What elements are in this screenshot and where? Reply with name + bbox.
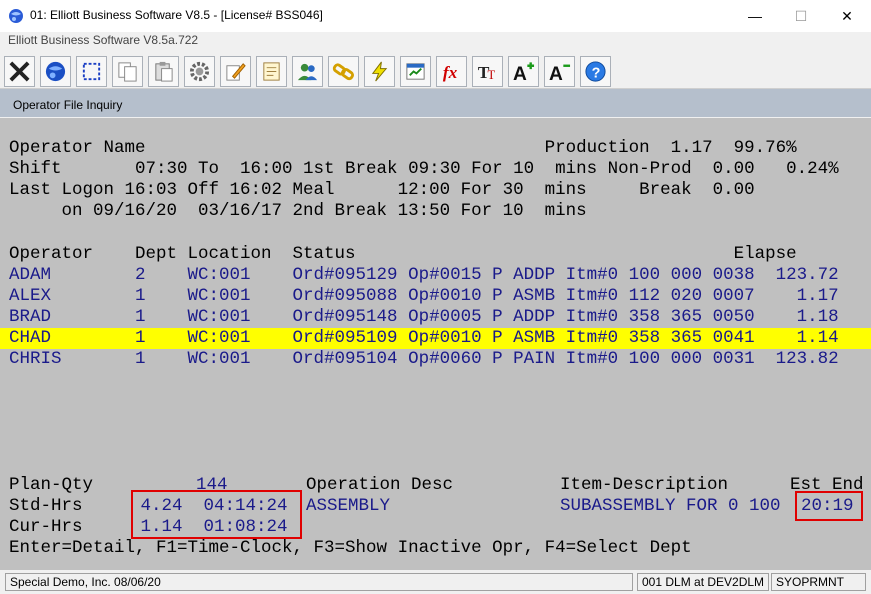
select-box-button[interactable] bbox=[76, 56, 107, 87]
users-button[interactable] bbox=[292, 56, 323, 87]
svg-text:A: A bbox=[549, 64, 563, 83]
close-x-icon bbox=[9, 61, 30, 82]
notepad-icon bbox=[263, 62, 280, 81]
est-end-annotation-box bbox=[795, 491, 863, 521]
font-increase-button[interactable]: A bbox=[508, 56, 539, 87]
notepad-button[interactable] bbox=[256, 56, 287, 87]
globe-button[interactable] bbox=[40, 56, 71, 87]
lightning-icon bbox=[371, 61, 388, 82]
operation-desc-value: ASSEMBLY bbox=[306, 496, 391, 516]
panel-header: Operator File Inquiry bbox=[0, 89, 871, 117]
table-row-adam[interactable]: ADAM 2 WC:001 Ord#095129 Op#0015 P ADDP … bbox=[9, 265, 839, 286]
help-button[interactable]: ? bbox=[580, 56, 611, 87]
hours-annotation-box bbox=[131, 490, 302, 539]
header-line-2: Shift 07:30 To 16:00 1st Break 09:30 For… bbox=[9, 159, 839, 179]
item-description-value: SUBASSEMBLY FOR 0 100 bbox=[560, 496, 781, 516]
function-fx-icon: fx bbox=[443, 63, 458, 82]
close-button[interactable]: ✕ bbox=[824, 0, 870, 32]
paste-icon bbox=[155, 61, 173, 82]
status-company: Special Demo, Inc. 08/06/20 bbox=[5, 573, 633, 591]
plan-qty-label: Plan-Qty bbox=[9, 475, 94, 495]
cur-hrs-label: Cur-Hrs bbox=[9, 517, 83, 537]
link-button[interactable] bbox=[328, 56, 359, 87]
font-increase-icon: A bbox=[513, 62, 535, 83]
status-program: SYOPRMNT bbox=[771, 573, 866, 591]
help-icon: ? bbox=[585, 61, 606, 82]
title-bar: 01: Elliott Business Software V8.5 - [Li… bbox=[0, 0, 871, 32]
font-button[interactable]: TT bbox=[472, 56, 503, 87]
font-decrease-icon: A bbox=[549, 64, 571, 83]
report-icon bbox=[406, 63, 425, 80]
maximize-button[interactable]: ☐ bbox=[778, 0, 824, 32]
edit-button[interactable] bbox=[220, 56, 251, 87]
settings-button[interactable] bbox=[184, 56, 215, 87]
item-description-label: Item-Description bbox=[560, 475, 729, 495]
copy-button[interactable] bbox=[112, 56, 143, 87]
report-button[interactable] bbox=[400, 56, 431, 87]
function-keys-hint: Enter=Detail, F1=Time-Clock, F3=Show Ina… bbox=[9, 538, 692, 558]
operation-desc-label: Operation Desc bbox=[306, 475, 454, 495]
svg-text:A: A bbox=[513, 64, 527, 83]
paste-button[interactable] bbox=[148, 56, 179, 87]
app-version-label: Elliott Business Software V8.5a.722 bbox=[8, 33, 199, 47]
font-tt-icon: TT bbox=[478, 63, 496, 82]
header-line-1: Operator Name Production 1.17 99.76% bbox=[9, 138, 797, 158]
terminal-screen[interactable]: Operator Name Production 1.17 99.76% Shi… bbox=[0, 118, 871, 570]
svg-text:?: ? bbox=[592, 65, 601, 81]
header-line-4: on 09/16/20 03/16/17 2nd Break 13:50 For… bbox=[9, 201, 587, 221]
function-button[interactable]: fx bbox=[436, 56, 467, 87]
panel-title: Operator File Inquiry bbox=[13, 98, 123, 112]
close-x-button[interactable] bbox=[4, 56, 35, 87]
table-row-chad[interactable]: CHAD 1 WC:001 Ord#095109 Op#0010 P ASMB … bbox=[9, 328, 839, 349]
header-line-3: Last Logon 16:03 Off 16:02 Meal 12:00 Fo… bbox=[9, 180, 755, 200]
status-bar: Special Demo, Inc. 08/06/20 001 DLM at D… bbox=[0, 571, 871, 594]
gear-icon bbox=[189, 61, 210, 82]
edit-pencil-icon bbox=[226, 63, 246, 81]
table-row-brad[interactable]: BRAD 1 WC:001 Ord#095148 Op#0005 P ADDP … bbox=[9, 307, 839, 328]
toolbar: fx TT A A ? bbox=[0, 54, 871, 89]
select-box-icon bbox=[82, 62, 101, 81]
lightning-button[interactable] bbox=[364, 56, 395, 87]
svg-text:fx: fx bbox=[443, 63, 458, 82]
svg-text:T: T bbox=[488, 68, 496, 82]
copy-icon bbox=[118, 62, 137, 82]
status-user: 001 DLM at DEV2DLM bbox=[637, 573, 769, 591]
globe-icon bbox=[45, 61, 66, 82]
table-header: Operator Dept Location Status Elapse bbox=[9, 244, 797, 264]
minimize-button[interactable]: — bbox=[732, 0, 778, 32]
table-row-alex[interactable]: ALEX 1 WC:001 Ord#095088 Op#0010 P ASMB … bbox=[9, 286, 839, 307]
table-row-chris[interactable]: CHRIS 1 WC:001 Ord#095104 Op#0060 P PAIN… bbox=[9, 349, 839, 370]
window-title: 01: Elliott Business Software V8.5 - [Li… bbox=[30, 8, 323, 22]
chain-link-icon bbox=[332, 63, 355, 81]
users-icon bbox=[297, 63, 318, 81]
font-decrease-button[interactable]: A bbox=[544, 56, 575, 87]
std-hrs-label: Std-Hrs bbox=[9, 496, 83, 516]
app-globe-icon bbox=[9, 9, 23, 23]
